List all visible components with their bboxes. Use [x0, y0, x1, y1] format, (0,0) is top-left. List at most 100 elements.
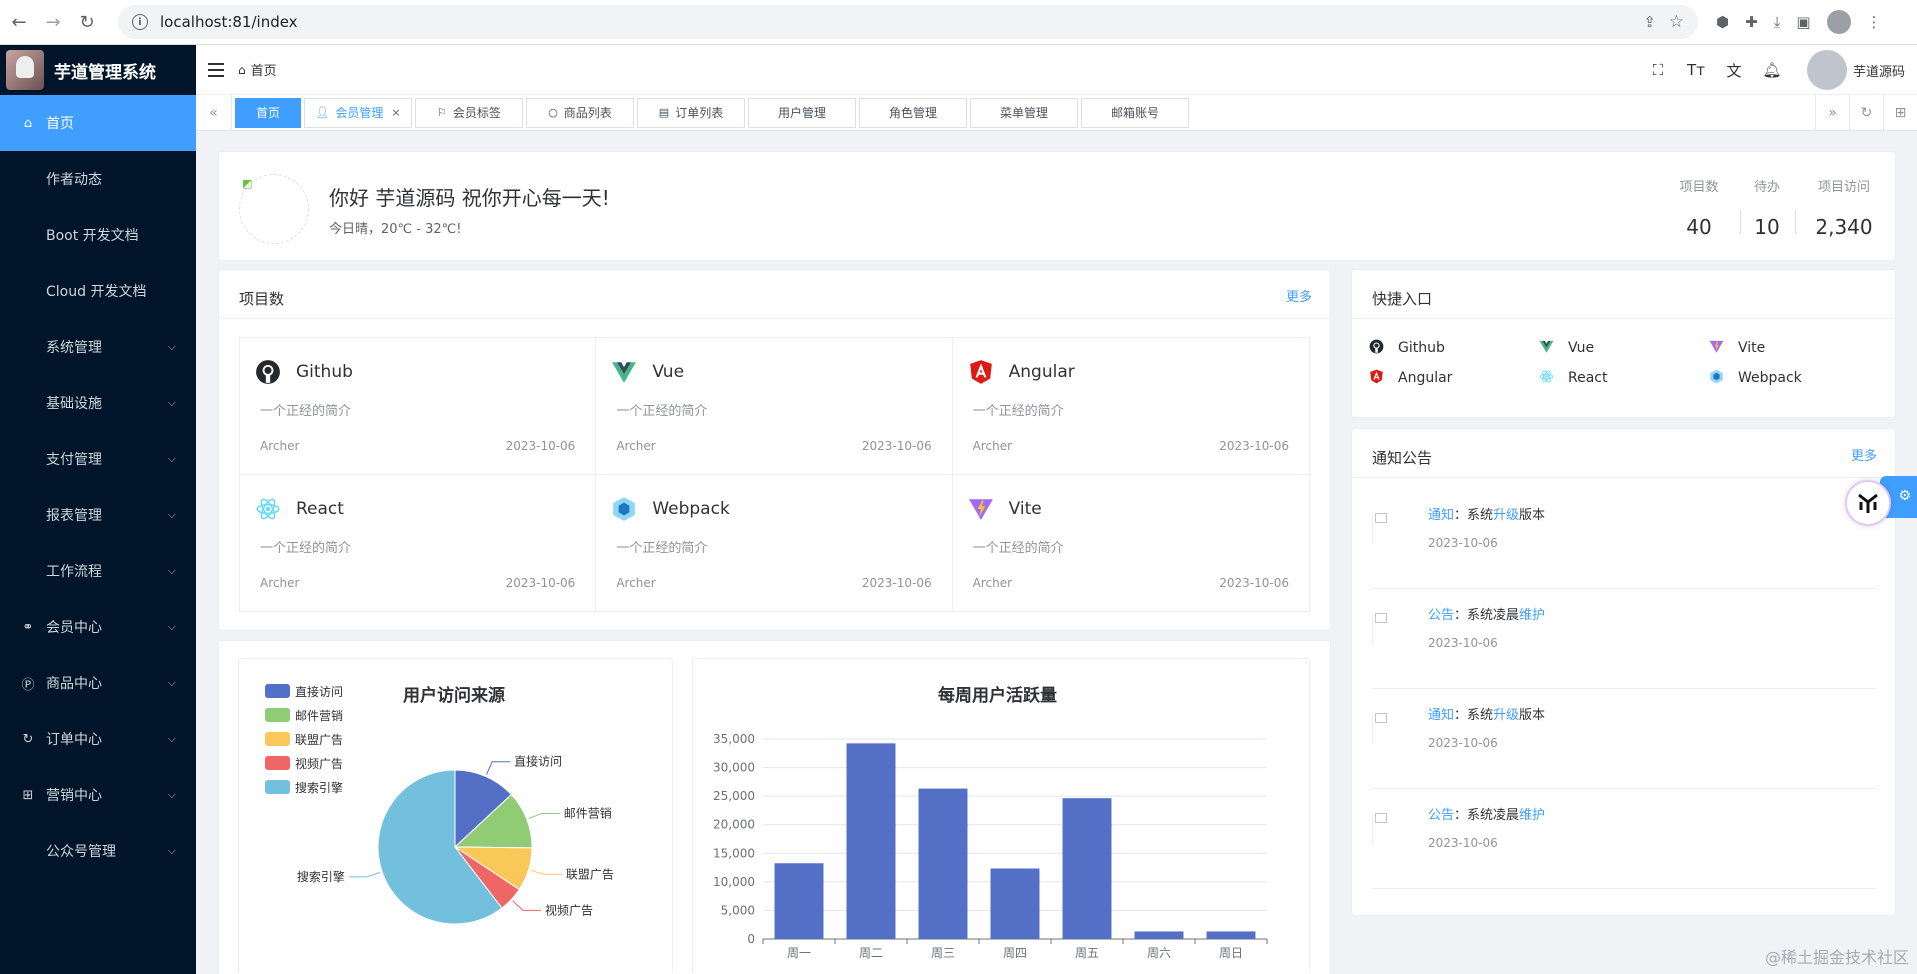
project-card[interactable]: Angular 一个正经的简介 Archer 2023-10-06: [952, 338, 1309, 475]
tab-label: 用户管理: [777, 106, 826, 120]
bar[interactable]: [1206, 931, 1256, 939]
tab[interactable]: 👤︎ 会员管理 ×: [304, 97, 412, 128]
extensions-puzzle-icon[interactable]: ✚: [1745, 13, 1758, 31]
notice-item[interactable]: 通知：系统升级版本 2023-10-06: [1372, 689, 1877, 789]
fullscreen-icon[interactable]: ⛶: [1639, 61, 1677, 79]
tab[interactable]: ▤ 订单列表: [637, 97, 745, 128]
share-icon[interactable]: ⇪: [1643, 13, 1656, 31]
sidebar-item[interactable]: 报表管理 ⌵: [0, 487, 196, 543]
project-card[interactable]: Github 一个正经的简介 Archer 2023-10-06: [240, 338, 597, 475]
watermark: @稀土掘金技术社区: [1764, 948, 1909, 967]
bar[interactable]: [846, 743, 896, 939]
notice-more-link[interactable]: 更多: [1851, 445, 1877, 464]
quick-entry-item[interactable]: Vite: [1708, 338, 1878, 358]
angular-icon: [1369, 369, 1383, 383]
notice-keyword[interactable]: 升级: [1493, 508, 1519, 523]
sidebar-item[interactable]: 公众号管理 ⌵: [0, 823, 196, 879]
sidebar-item[interactable]: 系统管理 ⌵: [0, 319, 196, 375]
forward-icon[interactable]: →: [38, 7, 68, 37]
address-bar[interactable]: i localhost:81/index ⇪ ☆: [118, 5, 1698, 39]
sidebar-item[interactable]: Ⓟ 商品中心 ⌵: [0, 655, 196, 711]
x-tick-label: 周三: [931, 946, 955, 960]
side-panel-icon[interactable]: ▣: [1796, 13, 1810, 31]
projects-more-link[interactable]: 更多: [1286, 286, 1312, 305]
quick-entry-item[interactable]: Webpack: [1708, 368, 1878, 388]
quick-entry-item[interactable]: Github: [1368, 338, 1538, 358]
bookmark-star-icon[interactable]: ☆: [1669, 12, 1684, 32]
font-size-icon[interactable]: Tт: [1677, 61, 1715, 79]
bar[interactable]: [1062, 798, 1112, 939]
tab[interactable]: 菜单管理: [970, 97, 1078, 128]
bar[interactable]: [990, 868, 1040, 939]
extension-hex-icon[interactable]: ⬢: [1716, 13, 1729, 31]
project-card[interactable]: Webpack 一个正经的简介 Archer 2023-10-06: [596, 474, 953, 611]
notice-item[interactable]: 公告：系统凌晨维护 2023-10-06: [1372, 589, 1877, 689]
y-tick-label: 0: [747, 932, 755, 946]
tab[interactable]: ○ 商品列表: [526, 97, 634, 128]
tab[interactable]: ⚐ 会员标签: [415, 97, 523, 128]
username[interactable]: 芋道源码: [1853, 61, 1905, 80]
tab[interactable]: 用户管理: [748, 97, 856, 128]
tab-actions-grid-icon[interactable]: ⊞: [1883, 95, 1917, 131]
sidebar-item[interactable]: ↻ 订单中心 ⌵: [0, 711, 196, 767]
sidebar-item[interactable]: 支付管理 ⌵: [0, 431, 196, 487]
project-desc: 一个正经的简介: [616, 404, 708, 419]
project-date: 2023-10-06: [861, 439, 932, 453]
bookmark-icon: ⚐: [437, 106, 447, 119]
profile-avatar-icon[interactable]: [1826, 10, 1851, 34]
sidebar-item[interactable]: 工作流程 ⌵: [0, 543, 196, 599]
notice-keyword[interactable]: 维护: [1519, 608, 1545, 623]
webpack-icon: [613, 496, 636, 521]
project-card[interactable]: Vite 一个正经的简介 Archer 2023-10-06: [953, 475, 1309, 612]
sidebar-item[interactable]: 基础设施 ⌵: [0, 375, 196, 431]
language-icon[interactable]: 文: [1715, 60, 1753, 81]
breadcrumb-item[interactable]: 首页: [251, 60, 277, 79]
avatar[interactable]: [1806, 50, 1847, 90]
collapse-menu-icon[interactable]: [208, 62, 224, 77]
bar[interactable]: [1134, 931, 1184, 939]
bar[interactable]: [774, 863, 824, 939]
tab[interactable]: 邮箱账号: [1081, 97, 1189, 128]
quick-entry-item[interactable]: Angular: [1368, 368, 1538, 388]
quick-entry-icon: [1538, 369, 1554, 388]
notice-item[interactable]: 公告：系统凌晨维护 2023-10-06: [1372, 789, 1877, 889]
refresh-tab-icon[interactable]: ↻: [1849, 95, 1883, 131]
sidebar-item[interactable]: ⌂ 首页: [0, 95, 196, 151]
notice-title: 通知公告: [1372, 449, 1433, 467]
bell-icon[interactable]: 🔔︎: [1753, 61, 1791, 79]
notice-keyword[interactable]: 维护: [1519, 808, 1545, 823]
project-card[interactable]: React 一个正经的简介 Archer 2023-10-06: [240, 474, 597, 611]
sidebar-item[interactable]: Boot 开发文档: [0, 207, 196, 263]
assistant-float-button[interactable]: [1845, 480, 1891, 526]
notice-type[interactable]: 公告: [1428, 608, 1454, 623]
back-icon[interactable]: ←: [4, 7, 34, 37]
project-date: 2023-10-06: [505, 575, 576, 590]
tabs-scroll-right-icon[interactable]: »: [1815, 95, 1849, 131]
reload-icon[interactable]: ↻: [72, 7, 102, 37]
tab[interactable]: 角色管理: [859, 97, 967, 128]
notice-item[interactable]: 通知：系统升级版本 2023-10-06: [1372, 489, 1877, 589]
notice-keyword[interactable]: 升级: [1493, 708, 1519, 723]
quick-entry-item[interactable]: React: [1538, 368, 1708, 388]
notice-type[interactable]: 通知: [1428, 508, 1454, 523]
notice-type[interactable]: 公告: [1428, 808, 1454, 823]
browser-menu-icon[interactable]: ⋮: [1867, 13, 1882, 31]
app-logo[interactable]: 芋道管理系统: [0, 45, 196, 95]
close-icon[interactable]: ×: [391, 106, 400, 119]
quick-entry-item[interactable]: Vue: [1538, 338, 1708, 358]
tab[interactable]: 首页: [235, 97, 301, 128]
breadcrumb: ⌂ 首页: [238, 60, 277, 80]
tabs-scroll-left-icon[interactable]: «: [196, 94, 232, 131]
sidebar-item[interactable]: 作者动态: [0, 151, 196, 207]
project-card[interactable]: Vue 一个正经的简介 Archer 2023-10-06: [596, 338, 953, 475]
sidebar-item[interactable]: ⊞ 营销中心 ⌵: [0, 767, 196, 823]
project-author: Archer: [972, 575, 1013, 590]
sidebar-item[interactable]: ⚭ 会员中心 ⌵: [0, 599, 196, 655]
sidebar-item-label: 报表管理: [46, 508, 102, 524]
download-icon[interactable]: ⤓: [1774, 13, 1781, 31]
notice-type[interactable]: 通知: [1428, 708, 1454, 723]
site-info-icon[interactable]: i: [132, 14, 148, 30]
sidebar-item[interactable]: Cloud 开发文档: [0, 263, 196, 319]
bar[interactable]: [918, 788, 968, 939]
browser-toolbar: ← → ↻ i localhost:81/index ⇪ ☆ ⬢ ✚ ⤓ ▣ ⋮: [0, 0, 1917, 45]
